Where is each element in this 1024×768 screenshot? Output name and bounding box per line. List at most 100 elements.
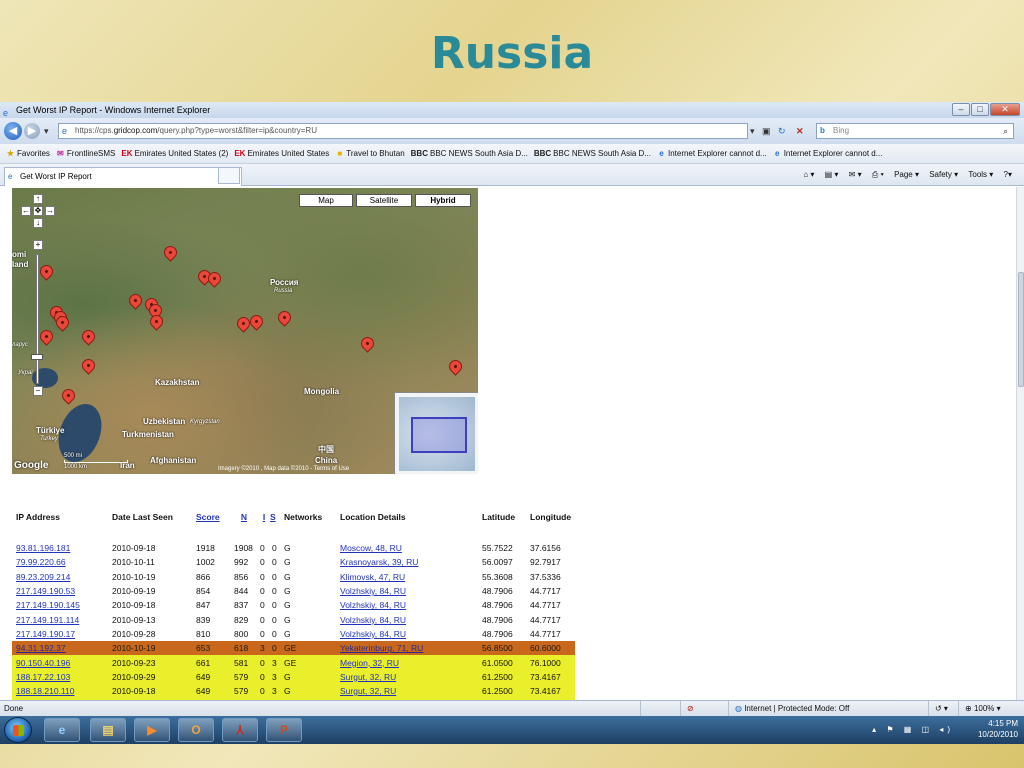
- pan-right-icon[interactable]: →: [45, 206, 55, 216]
- map-marker[interactable]: [79, 327, 98, 346]
- taskbar-outlook-icon[interactable]: O: [178, 718, 214, 742]
- window-titlebar[interactable]: e Get Worst IP Report - Windows Internet…: [0, 102, 1024, 118]
- col-s-link[interactable]: S: [270, 512, 276, 522]
- location-link[interactable]: Surgut, 32, RU: [340, 686, 396, 696]
- location-link[interactable]: Volzhskiy, 84, RU: [340, 600, 406, 610]
- map-marker[interactable]: [59, 386, 78, 405]
- taskbar-pdf-icon[interactable]: ⅄: [222, 718, 258, 742]
- taskbar-internet-explorer-icon[interactable]: e: [44, 718, 80, 742]
- zoom-slider-track[interactable]: [36, 254, 39, 384]
- forward-button[interactable]: ▶: [24, 123, 40, 139]
- favorites-button[interactable]: ★ Favorites: [6, 144, 50, 163]
- location-link[interactable]: Megion, 32, RU: [340, 658, 399, 668]
- favorite-link[interactable]: e Internet Explorer cannot d...: [657, 144, 766, 163]
- search-input[interactable]: b Bing: [816, 123, 1014, 139]
- ip-address-link[interactable]: 79.99.220.66: [16, 557, 66, 567]
- favorite-link[interactable]: EK Emirates United States: [234, 144, 329, 163]
- zoom-out-button[interactable]: −: [33, 386, 43, 396]
- feeds-icon[interactable]: ▤ ▾: [825, 170, 839, 179]
- taskbar-clock[interactable]: 4:15 PM 10/20/2010: [978, 718, 1018, 740]
- page-menu[interactable]: Page ▾: [894, 170, 919, 179]
- privacy-icon[interactable]: ⊘: [680, 701, 728, 716]
- taskbar-explorer-icon[interactable]: ▤: [90, 718, 126, 742]
- map-overview-inset[interactable]: [394, 392, 478, 474]
- google-map[interactable]: Map Satellite Hybrid ↑ ← ✥ → ↓ + − Росси…: [12, 188, 478, 474]
- safety-menu[interactable]: Safety ▾: [929, 170, 958, 179]
- taskbar-powerpoint-icon[interactable]: P: [266, 718, 302, 742]
- history-dropdown-icon[interactable]: ▾: [44, 123, 49, 139]
- map-marker[interactable]: [161, 243, 180, 262]
- location-link[interactable]: Krasnoyarsk, 39, RU: [340, 557, 418, 567]
- minimize-button[interactable]: –: [952, 103, 970, 116]
- favorite-link[interactable]: BBC BBC NEWS South Asia D...: [411, 144, 528, 163]
- tools-menu[interactable]: Tools ▾: [968, 170, 993, 179]
- favorite-link[interactable]: EK Emirates United States (2): [121, 144, 228, 163]
- pan-center-icon[interactable]: ✥: [33, 206, 43, 216]
- location-link[interactable]: Moscow, 48, RU: [340, 543, 402, 553]
- ip-address-link[interactable]: 188.17.22.103: [16, 672, 70, 682]
- help-icon[interactable]: ?▾: [1004, 170, 1012, 179]
- ip-address-link[interactable]: 94.31.192.37: [16, 643, 66, 653]
- ip-address-link[interactable]: 188.18.210.110: [16, 686, 74, 696]
- location-link[interactable]: Volzhskiy, 84, RU: [340, 586, 406, 596]
- map-marker[interactable]: [247, 312, 266, 331]
- map-marker[interactable]: [37, 262, 56, 281]
- favorite-link[interactable]: ■ Travel to Bhutan: [335, 144, 404, 163]
- favorite-link[interactable]: BBC BBC NEWS South Asia D...: [534, 144, 651, 163]
- mail-icon[interactable]: ✉ ▾: [849, 170, 862, 179]
- back-button[interactable]: ◀: [4, 122, 22, 140]
- pan-up-icon[interactable]: ↑: [33, 194, 43, 204]
- address-dropdown-icon[interactable]: ▾: [750, 123, 755, 139]
- taskbar-media-player-icon[interactable]: ▶: [134, 718, 170, 742]
- location-link[interactable]: Klimovsk, 47, RU: [340, 572, 405, 582]
- map-type-hybrid[interactable]: Hybrid: [415, 194, 471, 207]
- ip-address-link[interactable]: 217.149.190.17: [16, 629, 75, 639]
- zoom-control[interactable]: ⊕ 100% ▾: [958, 701, 1024, 716]
- ip-address-link[interactable]: 217.149.190.53: [16, 586, 75, 596]
- protected-mode-icon[interactable]: ↺ ▾: [928, 701, 958, 716]
- compatibility-icon[interactable]: ▣: [762, 123, 771, 139]
- ip-address-link[interactable]: 217.149.191.114: [16, 615, 79, 625]
- address-bar[interactable]: e https://cps.gridcop.com/query.php?type…: [58, 123, 748, 139]
- map-copyright[interactable]: Imagery ©2010 , Map data ©2010 - Terms o…: [218, 466, 349, 472]
- location-link[interactable]: Surgut, 32, RU: [340, 672, 396, 682]
- ip-address-link[interactable]: 90.150.40.196: [16, 658, 70, 668]
- pan-left-icon[interactable]: ←: [21, 206, 31, 216]
- refresh-icon[interactable]: ↻: [778, 123, 786, 139]
- favorite-link[interactable]: ✉ FrontlineSMS: [56, 144, 115, 163]
- home-icon[interactable]: ⌂ ▾: [803, 170, 814, 179]
- vertical-scrollbar[interactable]: [1016, 187, 1024, 700]
- col-n-link[interactable]: N: [241, 512, 247, 522]
- scrollbar-thumb[interactable]: [1018, 272, 1024, 387]
- map-type-map[interactable]: Map: [299, 194, 353, 207]
- overview-viewport-rect[interactable]: [411, 417, 467, 453]
- map-marker[interactable]: [358, 334, 377, 353]
- zoom-slider-handle[interactable]: [31, 354, 43, 360]
- map-marker[interactable]: [275, 308, 294, 327]
- location-link[interactable]: Volzhskiy, 84, RU: [340, 629, 406, 639]
- ip-address-link[interactable]: 217.149.190.145: [16, 600, 80, 610]
- system-tray-icons[interactable]: ▴ ⚑ ▦ ◫ ◂): [872, 725, 954, 734]
- start-button[interactable]: [4, 717, 32, 743]
- ip-address-link[interactable]: 93.81.196.181: [16, 543, 70, 553]
- search-icon[interactable]: ⌕: [1003, 123, 1008, 139]
- stop-icon[interactable]: ✕: [796, 123, 804, 139]
- map-type-satellite[interactable]: Satellite: [356, 194, 412, 207]
- col-score-link[interactable]: Score: [196, 512, 220, 522]
- location-link[interactable]: Volzhskiy, 84, RU: [340, 615, 406, 625]
- pan-down-icon[interactable]: ↓: [33, 218, 43, 228]
- close-button[interactable]: ✕: [990, 103, 1020, 116]
- map-marker[interactable]: [126, 291, 145, 310]
- maximize-button[interactable]: □: [971, 103, 989, 116]
- new-tab-button[interactable]: [218, 167, 240, 184]
- zoom-in-button[interactable]: +: [33, 240, 43, 250]
- print-icon[interactable]: ⎙ ▾: [872, 170, 884, 179]
- location-link[interactable]: Yekaterinburg, 71, RU: [340, 643, 423, 653]
- col-i-link[interactable]: I: [263, 512, 265, 522]
- map-marker[interactable]: [446, 357, 465, 376]
- map-marker[interactable]: [79, 356, 98, 375]
- tab-get-worst-ip-report[interactable]: e Get Worst IP Report: [4, 167, 242, 186]
- ip-address-link[interactable]: 89.23.209.214: [16, 572, 70, 582]
- map-marker[interactable]: [37, 327, 56, 346]
- security-zone[interactable]: ◍ Internet | Protected Mode: Off: [728, 701, 928, 716]
